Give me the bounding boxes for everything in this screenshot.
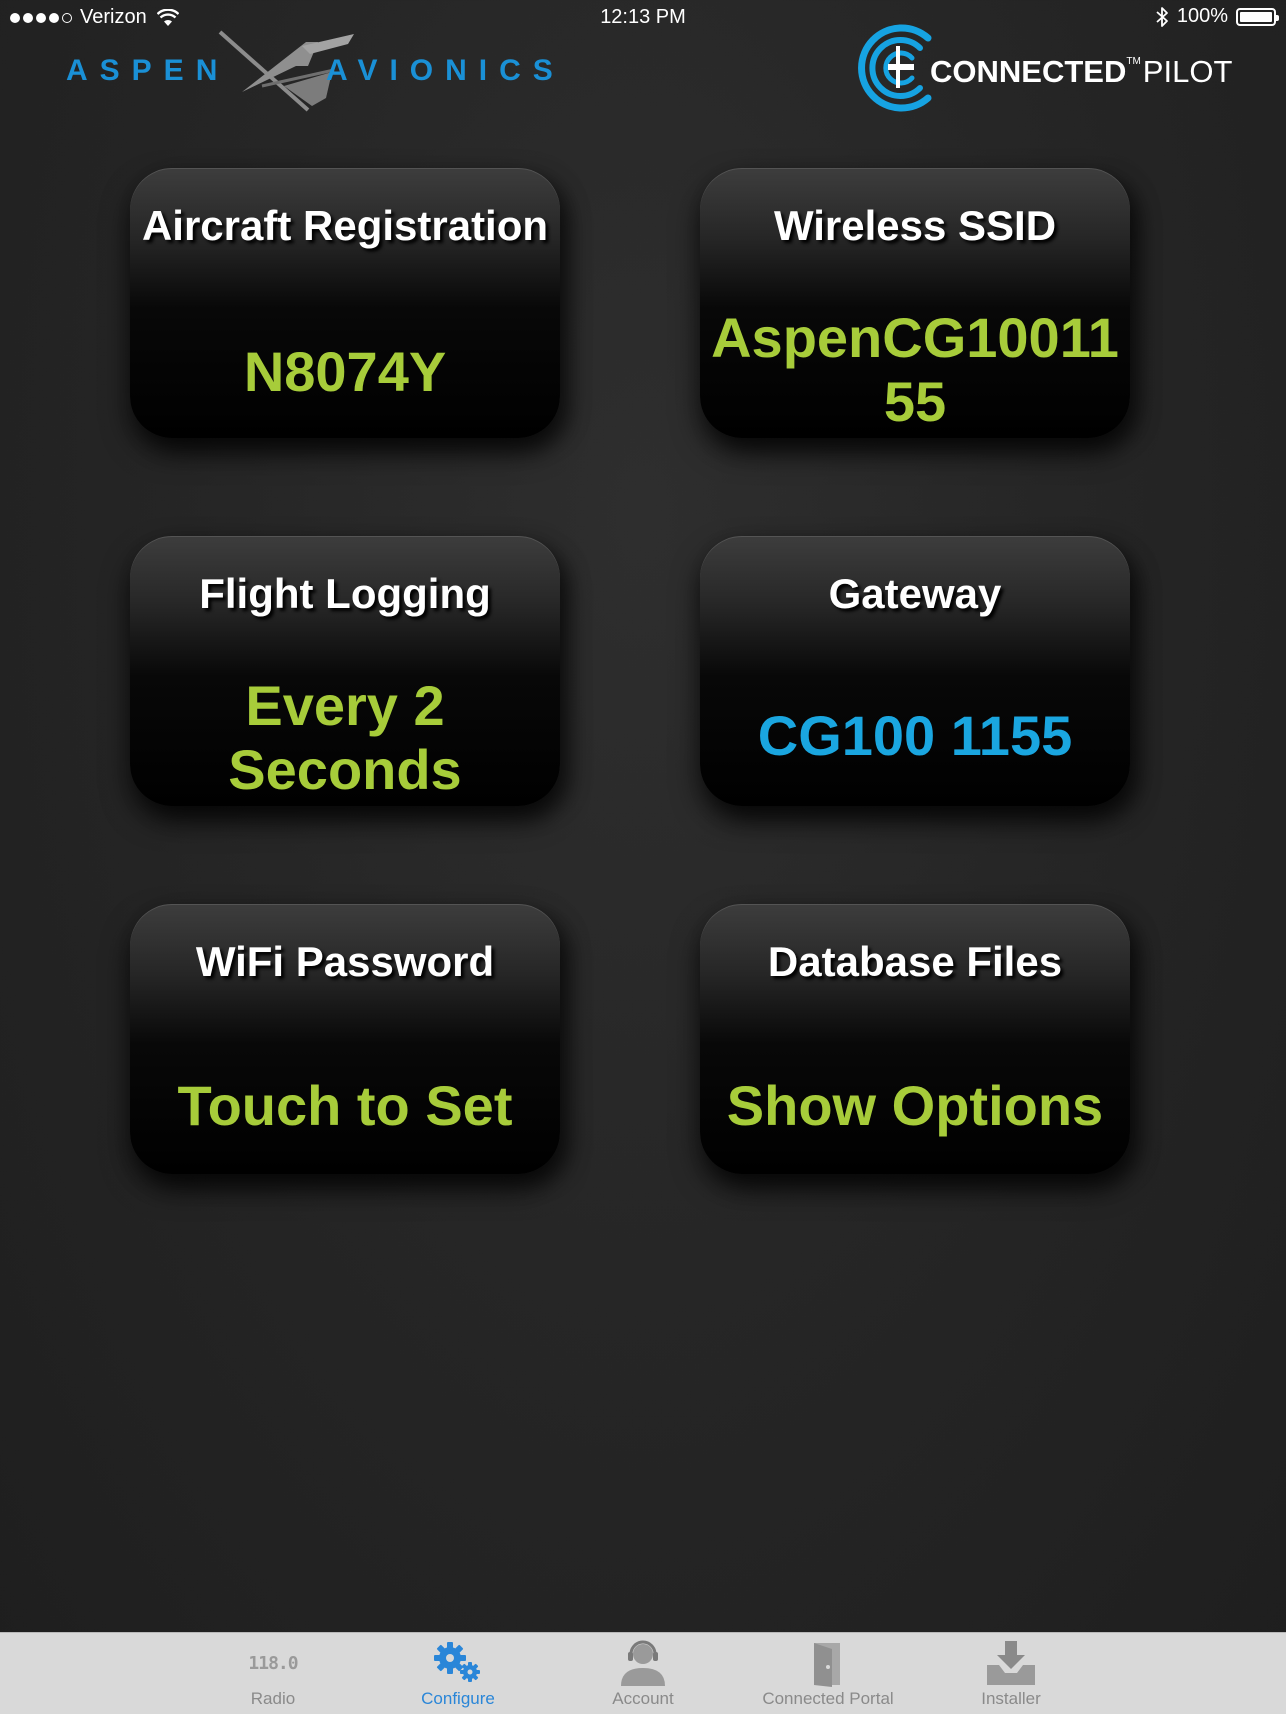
door-icon bbox=[798, 1639, 858, 1687]
tab-account[interactable]: Account bbox=[563, 1633, 723, 1714]
connected-pilot-logo: CONNECTEDTMPILOT bbox=[850, 16, 1232, 120]
tile-title: Wireless SSID bbox=[773, 202, 1057, 249]
wordmark-connected: CONNECTED bbox=[930, 54, 1127, 89]
tab-label: Account bbox=[612, 1689, 674, 1708]
battery-icon bbox=[1236, 7, 1279, 26]
tile-title: WiFi Password bbox=[195, 938, 495, 985]
connected-pilot-wordmark: CONNECTEDTMPILOT bbox=[930, 54, 1232, 90]
gears-icon bbox=[428, 1639, 488, 1687]
logo-word-avionics: AVIONICS bbox=[326, 54, 565, 87]
radio-frequency-icon: 118.0 bbox=[248, 1652, 298, 1674]
tab-bar: 118.0 Radio Configure Account Connected … bbox=[0, 1632, 1286, 1714]
tab-label: Configure bbox=[421, 1689, 495, 1708]
logo-word-aspen: ASPEN bbox=[66, 54, 230, 87]
tab-radio[interactable]: 118.0 Radio bbox=[193, 1633, 353, 1714]
aircraft-registration-tile[interactable]: Aircraft Registration N8074Y bbox=[130, 168, 560, 438]
tile-value: CG100 1155 bbox=[757, 704, 1073, 767]
tile-value: N8074Y bbox=[243, 340, 447, 403]
tab-label: Connected Portal bbox=[762, 1689, 894, 1708]
wordmark-trademark: TM bbox=[1126, 56, 1141, 67]
tile-value: Show Options bbox=[726, 1074, 1104, 1137]
tile-title: Aircraft Registration bbox=[141, 202, 549, 249]
tab-installer[interactable]: Installer bbox=[931, 1633, 1091, 1714]
wordmark-pilot: PILOT bbox=[1142, 54, 1233, 89]
gateway-tile[interactable]: Gateway CG100 1155 bbox=[700, 536, 1130, 806]
tab-label: Installer bbox=[981, 1689, 1041, 1708]
tab-connected-portal[interactable]: Connected Portal bbox=[748, 1633, 908, 1714]
download-tray-icon bbox=[981, 1639, 1041, 1687]
headset-person-icon bbox=[613, 1639, 673, 1687]
aspen-avionics-logo: ASPEN AVIONICS bbox=[64, 26, 553, 116]
wifi-password-tile[interactable]: WiFi Password Touch to Set bbox=[130, 904, 560, 1174]
wireless-ssid-tile[interactable]: Wireless SSID AspenCG10011 55 bbox=[700, 168, 1130, 438]
tab-label: Radio bbox=[250, 1689, 296, 1708]
tab-configure[interactable]: Configure bbox=[378, 1633, 538, 1714]
tile-title: Flight Logging bbox=[199, 570, 491, 617]
tile-title: Gateway bbox=[828, 570, 1002, 617]
tile-value: Touch to Set bbox=[177, 1074, 513, 1137]
flight-logging-tile[interactable]: Flight Logging Every 2 Seconds bbox=[130, 536, 560, 806]
database-files-tile[interactable]: Database Files Show Options bbox=[700, 904, 1130, 1174]
tile-value: Every 2 Seconds bbox=[228, 674, 462, 801]
tile-value: AspenCG10011 55 bbox=[711, 306, 1119, 433]
tile-title: Database Files bbox=[767, 938, 1063, 985]
